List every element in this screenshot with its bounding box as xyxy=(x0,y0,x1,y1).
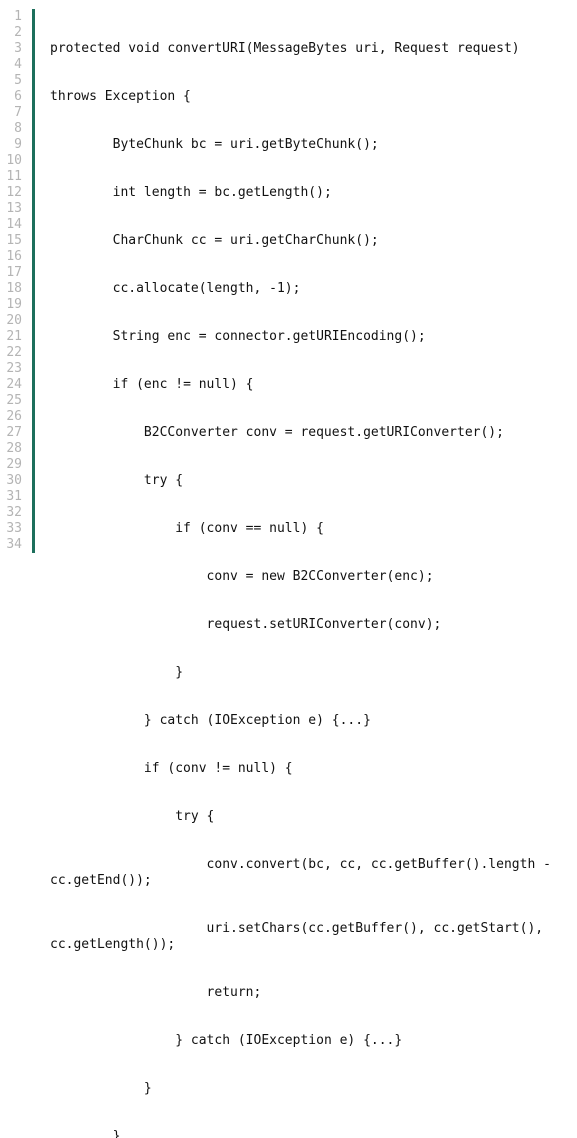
code-line: if (conv == null) { xyxy=(50,521,324,536)
code-line: } xyxy=(50,1129,121,1138)
line-number: 5 xyxy=(0,73,35,89)
line-number: 28 xyxy=(0,441,35,457)
code-line: } catch (IOException e) {...} xyxy=(50,713,371,728)
code-line: CharChunk cc = uri.getCharChunk(); xyxy=(50,233,379,248)
code-line: throws Exception { xyxy=(50,89,191,104)
code-line: protected void convertURI(MessageBytes u… xyxy=(50,41,520,56)
code-line: conv = new B2CConverter(enc); xyxy=(50,569,434,584)
line-number: 25 xyxy=(0,393,35,409)
line-number: 2 xyxy=(0,25,35,41)
line-number: 4 xyxy=(0,57,35,73)
line-number: 12 xyxy=(0,185,35,201)
line-number: 34 xyxy=(0,537,35,553)
code-line: try { xyxy=(50,473,184,488)
line-number: 7 xyxy=(0,105,35,121)
line-number: 3 xyxy=(0,41,35,57)
line-number: 9 xyxy=(0,137,35,153)
line-number: 15 xyxy=(0,233,35,249)
line-number: 23 xyxy=(0,361,35,377)
line-number: 19 xyxy=(0,297,35,313)
code-line: } xyxy=(50,1081,152,1096)
line-number-gutter: 1 2 3 4 5 6 7 8 9 10 11 12 13 14 15 16 1… xyxy=(0,9,35,1138)
code-table: 1 2 3 4 5 6 7 8 9 10 11 12 13 14 15 16 1… xyxy=(0,9,577,1138)
line-number: 16 xyxy=(0,249,35,265)
line-number: 13 xyxy=(0,201,35,217)
code-line: } xyxy=(50,665,184,680)
code-line: ByteChunk bc = uri.getByteChunk(); xyxy=(50,137,379,152)
source-code-block[interactable]: protected void convertURI(MessageBytes u… xyxy=(35,9,577,1138)
line-number: 27 xyxy=(0,425,35,441)
line-number: 24 xyxy=(0,377,35,393)
code-line: } catch (IOException e) {...} xyxy=(50,1033,403,1048)
line-number: 17 xyxy=(0,265,35,281)
line-number: 8 xyxy=(0,121,35,137)
code-line: return; xyxy=(50,985,262,1000)
code-line: String enc = connector.getURIEncoding(); xyxy=(50,329,426,344)
code-content-cell: protected void convertURI(MessageBytes u… xyxy=(35,9,577,1138)
line-number: 33 xyxy=(0,521,35,537)
code-line: try { xyxy=(50,809,215,824)
line-number: 21 xyxy=(0,329,35,345)
line-number: 22 xyxy=(0,345,35,361)
line-number: 32 xyxy=(0,505,35,521)
code-line: request.setURIConverter(conv); xyxy=(50,617,442,632)
line-number: 26 xyxy=(0,409,35,425)
line-number: 10 xyxy=(0,153,35,169)
code-line: conv.convert(bc, cc, cc.getBuffer().leng… xyxy=(50,857,559,888)
line-number: 30 xyxy=(0,473,35,489)
line-number: 31 xyxy=(0,489,35,505)
code-listing: 1 2 3 4 5 6 7 8 9 10 11 12 13 14 15 16 1… xyxy=(0,0,577,1138)
code-line: if (enc != null) { xyxy=(50,377,254,392)
code-line: uri.setChars(cc.getBuffer(), cc.getStart… xyxy=(50,921,551,952)
line-number: 18 xyxy=(0,281,35,297)
line-number: 6 xyxy=(0,89,35,105)
line-number: 29 xyxy=(0,457,35,473)
code-line: B2CConverter conv = request.getURIConver… xyxy=(50,425,504,440)
line-number: 14 xyxy=(0,217,35,233)
line-number: 11 xyxy=(0,169,35,185)
code-line: if (conv != null) { xyxy=(50,761,293,776)
code-line: int length = bc.getLength(); xyxy=(50,185,332,200)
line-number: 1 xyxy=(0,9,35,25)
code-line: cc.allocate(length, -1); xyxy=(50,281,301,296)
line-number: 20 xyxy=(0,313,35,329)
